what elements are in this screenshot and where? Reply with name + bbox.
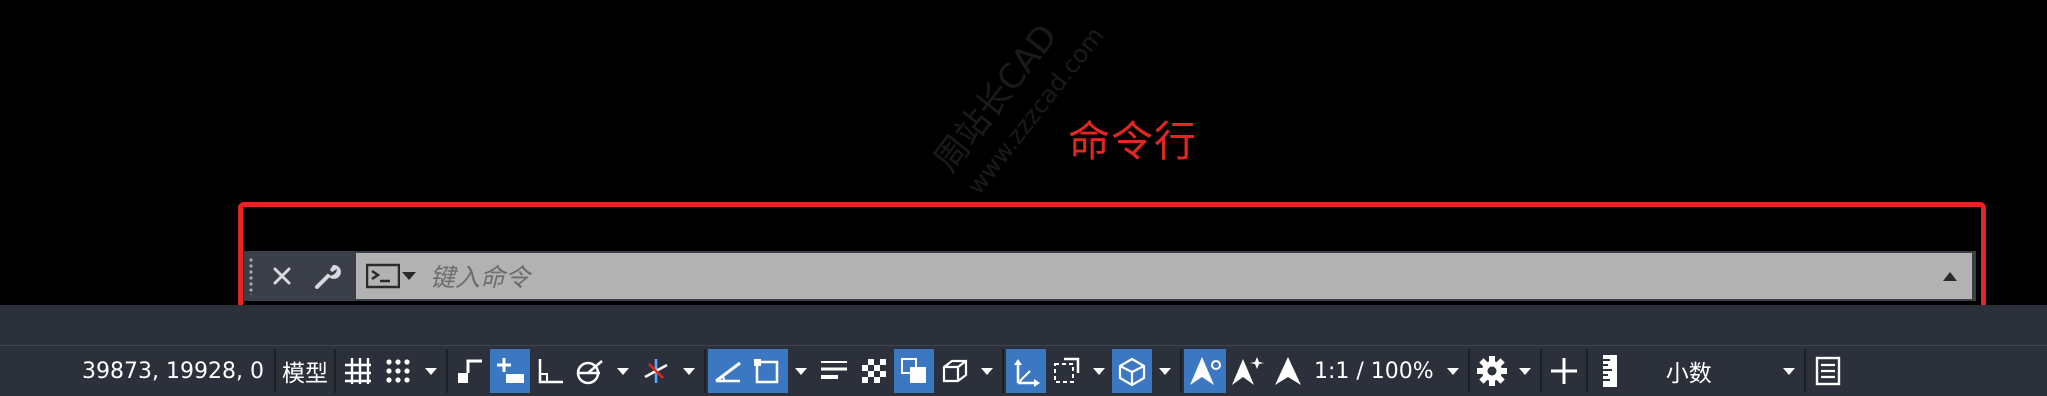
separator: [1803, 349, 1806, 393]
plus-icon: [1550, 358, 1577, 384]
auto-scale-icon: [1232, 357, 1264, 385]
selection-filter-dropdown[interactable]: [1086, 349, 1112, 393]
auto-scale-button[interactable]: [1226, 349, 1268, 393]
chevron-down-icon: [795, 368, 807, 375]
dynamic-ucs-button[interactable]: [1006, 349, 1046, 393]
annotation-monitor-button[interactable]: [1544, 349, 1584, 393]
transparency-button[interactable]: [854, 349, 894, 393]
separator: [1180, 349, 1182, 393]
isometric-drafting-button[interactable]: [636, 349, 676, 393]
3d-object-snap-dropdown[interactable]: [974, 349, 1000, 393]
selection-cycling-icon: [901, 358, 926, 383]
separator: [1585, 349, 1588, 393]
selection-cycling-button[interactable]: [894, 349, 934, 393]
grid-icon: [345, 358, 371, 384]
workspace-dropdown[interactable]: [1512, 349, 1538, 393]
separator: [446, 349, 448, 393]
polar-tracking-icon: [576, 360, 603, 385]
transparency-icon: [862, 359, 886, 383]
annotation-scale-value[interactable]: 1:1 / 100%: [1308, 359, 1440, 384]
quick-properties-icon: [1815, 356, 1840, 386]
chevron-down-icon: [683, 368, 695, 375]
annotation-visibility-icon: [1190, 357, 1221, 385]
object-snap-tracking-button[interactable]: [708, 349, 748, 393]
gizmo-button[interactable]: [1112, 349, 1152, 393]
selection-filter-icon: [1054, 357, 1080, 383]
chevron-down-icon: [425, 368, 437, 375]
ortho-mode-button[interactable]: [530, 349, 570, 393]
gizmo-icon: [1118, 357, 1146, 387]
separator: [1539, 349, 1542, 393]
model-space-button[interactable]: 模型: [278, 349, 332, 393]
coordinates-readout[interactable]: 39873, 19928, 0: [0, 359, 272, 384]
chevron-down-icon: [1782, 368, 1795, 375]
infer-constraints-icon: [458, 359, 482, 383]
separator: [1002, 349, 1004, 393]
object-snap-button[interactable]: [748, 349, 788, 393]
units-value[interactable]: 小数: [1630, 354, 1776, 388]
lineweight-button[interactable]: [814, 349, 854, 393]
isometric-icon: [644, 359, 668, 383]
lineweight-icon: [821, 361, 847, 379]
infer-constraints-button[interactable]: [450, 349, 490, 393]
object-snap-tracking-icon: [715, 361, 741, 383]
units-dropdown[interactable]: [1776, 349, 1802, 393]
separator: [1467, 349, 1470, 393]
quick-properties-button[interactable]: [1808, 349, 1848, 393]
polar-tracking-dropdown[interactable]: [610, 349, 636, 393]
chevron-down-icon: [1093, 368, 1105, 375]
3d-object-snap-button[interactable]: [934, 349, 974, 393]
snap-dots-icon: [386, 359, 410, 383]
chevron-down-icon: [1518, 368, 1531, 375]
dynamic-input-button[interactable]: [490, 349, 530, 393]
status-bar: 39873, 19928, 0 模型 1:1 / 100% 小数: [0, 345, 2047, 396]
gear-icon: [1476, 356, 1507, 386]
object-snap-icon: [754, 359, 779, 384]
annotation-visibility-button[interactable]: [1184, 349, 1226, 393]
ortho-icon: [538, 359, 563, 384]
dynamic-input-icon: [497, 358, 524, 383]
chevron-down-icon: [1446, 368, 1459, 375]
annotation-scale-button[interactable]: [1268, 349, 1308, 393]
workspace-switching-button[interactable]: [1472, 349, 1512, 393]
units-ruler-icon: [1602, 355, 1617, 387]
snap-mode-button[interactable]: [378, 349, 418, 393]
polar-tracking-button[interactable]: [570, 349, 610, 393]
chevron-down-icon: [1159, 368, 1171, 375]
chevron-down-icon: [981, 368, 993, 375]
grid-button[interactable]: [338, 349, 378, 393]
selection-filter-button[interactable]: [1046, 349, 1086, 393]
command-line-highlight-box: [238, 202, 1986, 314]
dynamic-ucs-icon: [1014, 359, 1040, 387]
annotation-label: 命令行: [1068, 117, 1198, 166]
chevron-down-icon: [617, 368, 629, 375]
object-snap-dropdown[interactable]: [788, 349, 814, 393]
gizmo-dropdown[interactable]: [1152, 349, 1178, 393]
separator: [704, 349, 706, 393]
isometric-dropdown[interactable]: [676, 349, 702, 393]
layout-tab-strip: [0, 305, 2047, 345]
snap-mode-dropdown[interactable]: [418, 349, 444, 393]
annotation-scale-dropdown[interactable]: [1440, 349, 1466, 393]
units-button[interactable]: [1590, 349, 1630, 393]
separator: [274, 349, 276, 393]
3d-object-snap-icon: [942, 359, 968, 383]
annotation-scale-icon: [1275, 357, 1301, 385]
separator: [334, 349, 336, 393]
